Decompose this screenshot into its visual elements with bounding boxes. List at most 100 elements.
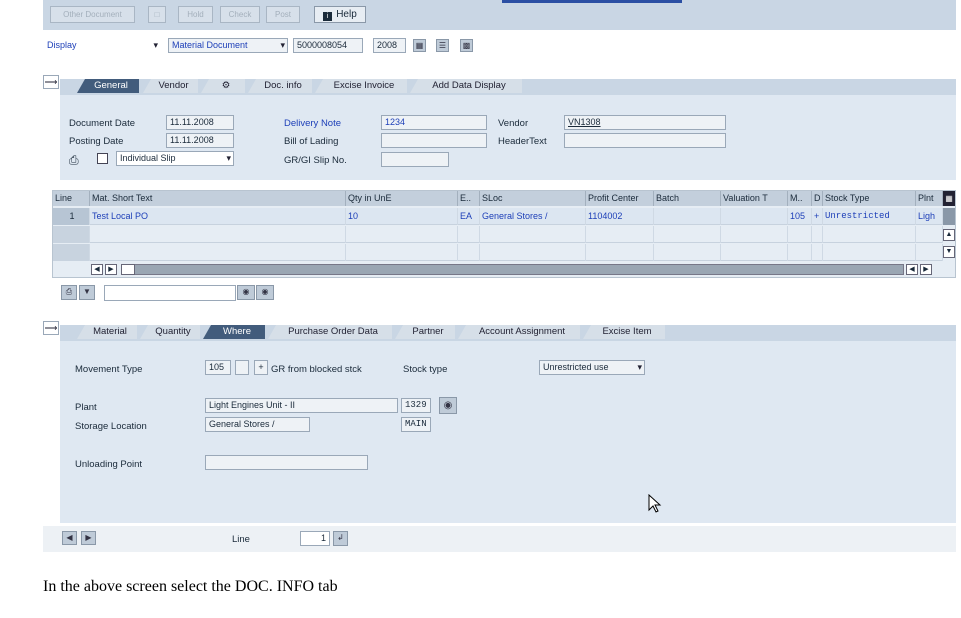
storage-location-field[interactable]: General Stores / bbox=[205, 417, 310, 432]
line-number-field[interactable]: 1 bbox=[300, 531, 330, 546]
printer-icon[interactable]: ⎙ bbox=[69, 153, 79, 168]
row-qty[interactable] bbox=[346, 226, 458, 243]
table-row[interactable] bbox=[53, 244, 943, 261]
table-settings-icon[interactable]: ▦ bbox=[943, 191, 955, 206]
row-text[interactable] bbox=[90, 226, 346, 243]
previous-item-icon[interactable]: ◀ bbox=[62, 531, 77, 545]
scroll-left-icon[interactable]: ◀ bbox=[91, 264, 103, 275]
slip-type-select[interactable]: Individual Slip bbox=[116, 151, 234, 166]
gr-gi-slip-field[interactable] bbox=[381, 152, 449, 167]
row-plant[interactable] bbox=[916, 244, 943, 261]
row-profit-center[interactable] bbox=[586, 244, 654, 261]
row-line[interactable] bbox=[53, 226, 90, 243]
row-line[interactable] bbox=[53, 244, 90, 261]
tab-vendor[interactable]: Vendor bbox=[143, 79, 198, 93]
scroll-end-right-icon[interactable]: ▶ bbox=[920, 264, 932, 275]
movement-sign-field[interactable]: + bbox=[254, 360, 268, 375]
collapse-header-icon[interactable]: ⟶ bbox=[43, 75, 59, 89]
row-unit[interactable]: EA bbox=[458, 208, 480, 225]
row-mvt[interactable] bbox=[788, 226, 812, 243]
unloading-point-field[interactable] bbox=[205, 455, 368, 470]
header-text-field[interactable] bbox=[564, 133, 726, 148]
column-header-batch[interactable]: Batch bbox=[654, 191, 721, 206]
year-field[interactable]: 2008 bbox=[373, 38, 406, 53]
row-qty[interactable] bbox=[346, 244, 458, 261]
storage-location-code-field[interactable]: MAIN bbox=[401, 417, 431, 432]
stock-type-select[interactable]: Unrestricted use bbox=[539, 360, 645, 375]
row-profit-center[interactable]: 1104002 bbox=[586, 208, 654, 225]
row-batch[interactable] bbox=[654, 244, 721, 261]
find-icon[interactable]: ◉ bbox=[237, 285, 255, 300]
vendor-field[interactable]: VN1308 bbox=[564, 115, 726, 130]
column-header-stock-type[interactable]: Stock Type bbox=[823, 191, 916, 206]
row-d[interactable] bbox=[812, 244, 823, 261]
column-header-text[interactable]: Mat. Short Text bbox=[90, 191, 346, 206]
table-row[interactable]: 1 Test Local PO 10 EA General Stores / 1… bbox=[53, 208, 943, 225]
next-item-icon[interactable]: ▶ bbox=[81, 531, 96, 545]
tab-excise-item[interactable]: Excise Item bbox=[583, 325, 665, 339]
delivery-note-field[interactable]: 1234 bbox=[381, 115, 487, 130]
row-d[interactable]: + bbox=[812, 208, 823, 225]
horizontal-scrollbar[interactable] bbox=[121, 264, 904, 275]
row-mvt[interactable]: 105 bbox=[788, 208, 812, 225]
row-profit-center[interactable] bbox=[586, 226, 654, 243]
row-batch[interactable] bbox=[654, 208, 721, 225]
tab-add-data-display[interactable]: Add Data Display bbox=[410, 79, 522, 93]
column-header-profit-center[interactable]: Profit Center bbox=[586, 191, 654, 206]
tab-excise-invoice[interactable]: Excise Invoice bbox=[315, 79, 407, 93]
tab-where[interactable]: Where bbox=[203, 325, 265, 339]
column-header-plant[interactable]: Plnt bbox=[916, 191, 943, 206]
print-table-icon[interactable]: ⎙ bbox=[61, 285, 77, 300]
row-batch[interactable] bbox=[654, 226, 721, 243]
find-next-icon[interactable]: ◉ bbox=[256, 285, 274, 300]
plant-name-field[interactable]: Light Engines Unit - II bbox=[205, 398, 398, 413]
row-sloc[interactable]: General Stores / bbox=[480, 208, 586, 225]
row-plant[interactable]: Ligh bbox=[916, 208, 943, 225]
column-header-qty[interactable]: Qty in UnE bbox=[346, 191, 458, 206]
column-header-valuation[interactable]: Valuation T bbox=[721, 191, 788, 206]
new-document-icon[interactable]: □ bbox=[148, 6, 166, 23]
other-document-button[interactable]: Other Document bbox=[50, 6, 135, 23]
tab-quantity[interactable]: Quantity bbox=[140, 325, 200, 339]
row-stock-type[interactable] bbox=[823, 244, 916, 261]
print-checkbox[interactable] bbox=[97, 153, 108, 164]
column-header-d[interactable]: D bbox=[812, 191, 823, 206]
scroll-end-left-icon[interactable]: ◀ bbox=[906, 264, 918, 275]
movement-type-field[interactable]: 105 bbox=[205, 360, 231, 375]
post-button[interactable]: Post bbox=[266, 6, 300, 23]
row-valuation[interactable] bbox=[721, 208, 788, 225]
row-unit[interactable] bbox=[458, 226, 480, 243]
row-sloc[interactable] bbox=[480, 244, 586, 261]
row-sloc[interactable] bbox=[480, 226, 586, 243]
tab-purchase-order-data[interactable]: Purchase Order Data bbox=[268, 325, 392, 339]
check-button[interactable]: Check bbox=[220, 6, 260, 23]
column-header-line[interactable]: Line bbox=[53, 191, 90, 206]
action-select[interactable]: Display bbox=[43, 38, 161, 53]
column-header-unit[interactable]: E.. bbox=[458, 191, 480, 206]
bill-of-lading-field[interactable] bbox=[381, 133, 487, 148]
table-row[interactable] bbox=[53, 226, 943, 243]
tab-general[interactable]: General bbox=[77, 79, 139, 93]
tab-doc-info[interactable]: Doc. info bbox=[248, 79, 312, 93]
filter-icon[interactable]: ▼ bbox=[79, 285, 95, 300]
scroll-right-icon[interactable]: ▶ bbox=[105, 264, 117, 275]
column-header-mvt[interactable]: M.. bbox=[788, 191, 812, 206]
posting-date-field[interactable]: 11.11.2008 bbox=[166, 133, 234, 148]
row-text[interactable] bbox=[90, 244, 346, 261]
tab-material[interactable]: Material bbox=[77, 325, 137, 339]
doc-type-select[interactable]: Material Document bbox=[168, 38, 288, 53]
plant-address-icon[interactable]: ◉ bbox=[439, 397, 457, 414]
column-header-sloc[interactable]: SLoc bbox=[480, 191, 586, 206]
row-valuation[interactable] bbox=[721, 244, 788, 261]
hold-button[interactable]: Hold bbox=[178, 6, 213, 23]
doc-number-field[interactable]: 5000008054 bbox=[293, 38, 363, 53]
plant-code-field[interactable]: 1329 bbox=[401, 398, 431, 413]
table-search-input[interactable] bbox=[104, 285, 236, 301]
row-unit[interactable] bbox=[458, 244, 480, 261]
row-text[interactable]: Test Local PO bbox=[90, 208, 346, 225]
row-stock-type[interactable]: Unrestricted bbox=[823, 208, 916, 225]
row-valuation[interactable] bbox=[721, 226, 788, 243]
go-to-line-icon[interactable]: ↲ bbox=[333, 531, 348, 546]
help-button[interactable]: i Help bbox=[314, 6, 366, 23]
row-qty[interactable]: 10 bbox=[346, 208, 458, 225]
